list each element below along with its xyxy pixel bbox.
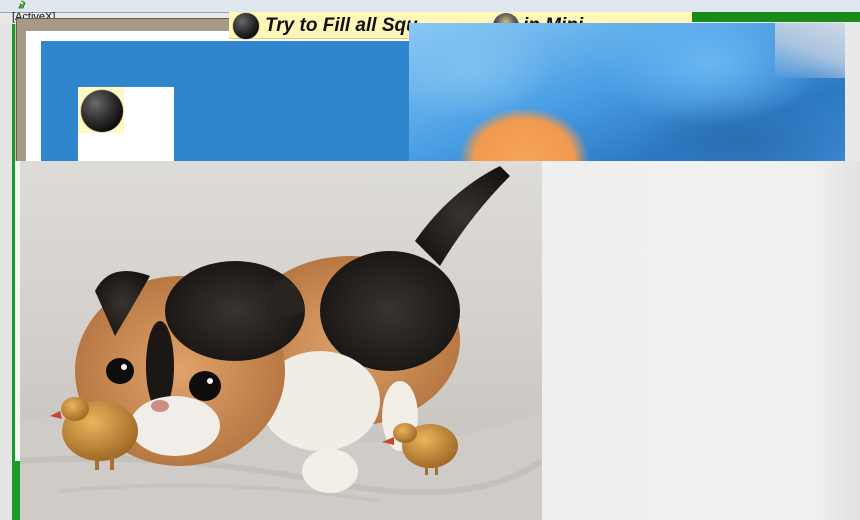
kitten-illustration <box>20 166 542 520</box>
black-ball-icon[interactable] <box>81 90 123 132</box>
right-green-bar <box>692 12 860 22</box>
blue-fur-kitten-photo <box>409 23 845 161</box>
photo-corner <box>775 23 845 78</box>
top-strip <box>0 0 860 12</box>
empty-area <box>542 161 860 520</box>
green-bottom-strip <box>12 461 20 520</box>
activex-control-icon[interactable] <box>17 0 27 9</box>
left-window-strip <box>0 24 12 520</box>
banner-title: Try to Fill all Squ <box>265 15 418 36</box>
black-ball-icon <box>233 13 259 39</box>
calico-kitten-photo <box>20 161 542 520</box>
